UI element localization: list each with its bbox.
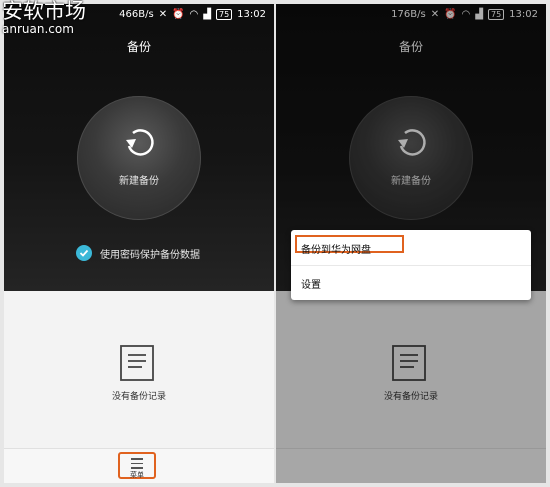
- document-icon: [120, 345, 154, 381]
- mute-icon: ✕: [158, 8, 168, 20]
- menu-label: 菜单: [130, 470, 144, 479]
- right-screen: 176B/s ✕ ⏰ ◠ ▟ 75 13:02 备份 新建备份 没有备份记录 备…: [276, 4, 546, 483]
- alarm-icon: ⏰: [172, 8, 185, 20]
- signal-icon: ▟: [203, 8, 211, 20]
- new-backup-label: 新建备份: [119, 176, 159, 187]
- backup-list-area: 没有备份记录 菜单: [4, 291, 274, 483]
- clock: 13:02: [237, 9, 266, 20]
- password-option-label: 使用密码保护备份数据: [100, 249, 200, 261]
- left-screen: 466B/s ✕ ⏰ ◠ ▟ 75 13:02 备份 新建备份 使用密码保护备份…: [4, 4, 274, 483]
- refresh-icon: [126, 129, 154, 156]
- watermark-url: anruan.com: [2, 22, 74, 36]
- popup-menu: 备份到华为网盘 设置: [291, 230, 531, 300]
- watermark-logo: 安软市场: [2, 0, 86, 23]
- menu-button[interactable]: 菜单: [118, 452, 156, 479]
- menu-item-label: 备份到华为网盘: [301, 245, 371, 256]
- header-area: 466B/s ✕ ⏰ ◠ ▟ 75 13:02 备份 新建备份 使用密码保护备份…: [4, 4, 274, 291]
- empty-state-text: 没有备份记录: [111, 392, 166, 402]
- network-speed: 466B/s: [119, 9, 154, 20]
- bottom-navbar: 菜单: [4, 448, 274, 483]
- menu-item-label: 设置: [301, 280, 321, 291]
- password-protect-option[interactable]: 使用密码保护备份数据: [76, 245, 200, 261]
- battery-icon: 75: [215, 9, 233, 20]
- new-backup-button[interactable]: 新建备份: [77, 96, 201, 220]
- menu-item-backup-to-cloud[interactable]: 备份到华为网盘: [291, 230, 531, 266]
- menu-icon: [131, 458, 143, 469]
- page-title: 备份: [126, 40, 151, 54]
- wifi-icon: ◠: [189, 8, 199, 20]
- checkbox-checked-icon[interactable]: [76, 245, 92, 261]
- menu-item-settings[interactable]: 设置: [291, 265, 531, 300]
